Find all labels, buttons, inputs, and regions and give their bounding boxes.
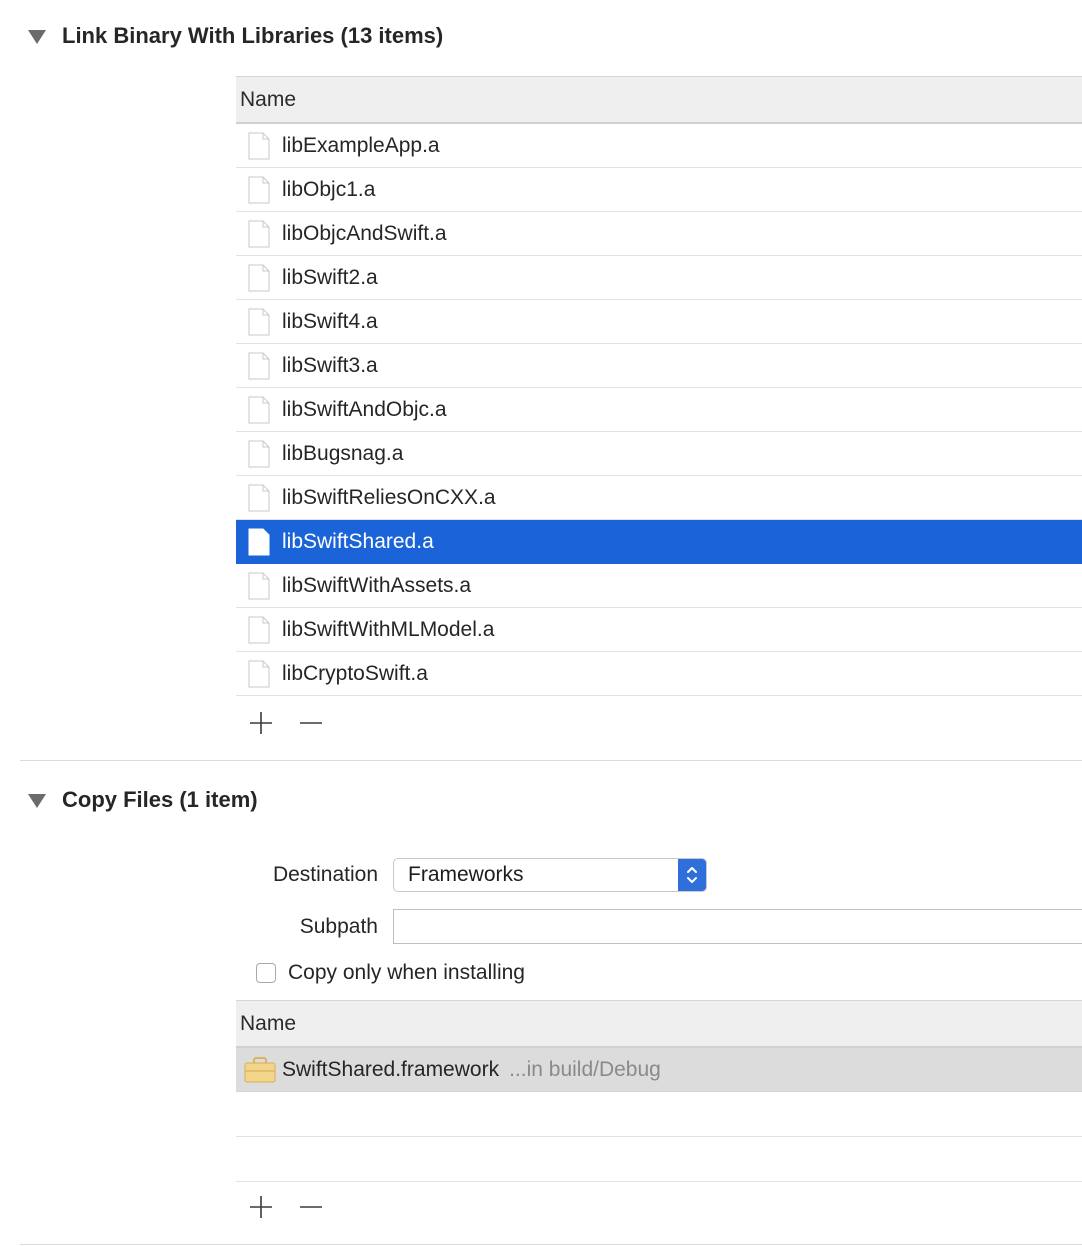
copy-files-add-remove-bar [236,1184,336,1230]
file-icon [248,220,270,248]
destination-select[interactable]: Frameworks [393,858,707,892]
copy-only-installing-row[interactable]: Copy only when installing [256,958,525,988]
remove-library-button[interactable] [286,708,336,738]
table-row[interactable]: libObjc1.a [236,168,1082,212]
disclosure-triangle-icon[interactable] [28,30,46,44]
copy-only-installing-label: Copy only when installing [288,961,525,984]
copy-files-section-title: Copy Files (1 item) [62,787,258,812]
link-binary-rows: libExampleApp.a libObjc1.a libObjcAndSwift… [236,124,1082,696]
file-icon [248,528,270,556]
empty-row [236,1092,1082,1137]
link-binary-table: Name libExampleApp.a libObjc1.a libObjcAnd… [236,76,1082,696]
library-name: libSwiftWithAssets.a [282,573,472,597]
table-row[interactable]: SwiftShared.framework ...in build/Debug [236,1048,1082,1092]
table-row[interactable]: libSwift2.a [236,256,1082,300]
destination-value: Frameworks [408,863,524,886]
empty-row [236,1137,1082,1182]
file-icon [248,352,270,380]
table-row[interactable]: libObjcAndSwift.a [236,212,1082,256]
table-row[interactable]: libSwift3.a [236,344,1082,388]
copy-file-name: SwiftShared.framework [282,1057,500,1081]
disclosure-triangle-icon[interactable] [28,794,46,808]
library-name: libSwift2.a [282,265,378,289]
plus-icon [250,1196,272,1218]
library-name: libSwiftWithMLModel.a [282,617,495,641]
copy-files-name-column-header[interactable]: Name [236,1000,1082,1048]
minus-icon [300,722,322,724]
library-name: libSwiftReliesOnCXX.a [282,485,496,509]
copy-file-location: ...in build/Debug [509,1057,661,1081]
link-binary-section-header[interactable]: Link Binary With Libraries (13 items) [28,18,443,54]
file-icon [248,176,270,204]
table-row[interactable]: libSwiftWithAssets.a [236,564,1082,608]
section-divider [20,1244,1082,1245]
file-icon [248,440,270,468]
library-name: libBugsnag.a [282,441,404,465]
library-name: libSwiftAndObjc.a [282,397,447,421]
table-row[interactable]: libExampleApp.a [236,124,1082,168]
table-row[interactable]: libSwiftReliesOnCXX.a [236,476,1082,520]
library-name: libObjc1.a [282,177,376,201]
subpath-label: Subpath [299,915,378,938]
section-divider [20,760,1082,761]
table-row[interactable]: libCryptoSwift.a [236,652,1082,696]
file-icon [248,132,270,160]
library-name: libCryptoSwift.a [282,661,428,685]
file-icon [248,264,270,292]
table-row[interactable]: libSwiftShared.a [236,520,1082,564]
select-stepper-icon [678,859,706,891]
add-copy-file-button[interactable] [236,1192,286,1222]
file-icon [248,396,270,424]
table-row[interactable]: libBugsnag.a [236,432,1082,476]
subpath-input[interactable] [393,909,1082,944]
link-binary-section-title: Link Binary With Libraries (13 items) [62,23,444,48]
destination-label: Destination [272,863,378,886]
plus-icon [250,712,272,734]
link-binary-add-remove-bar [236,700,336,746]
library-name: libSwift3.a [282,353,378,377]
file-icon [248,616,270,644]
add-library-button[interactable] [236,708,286,738]
table-row[interactable]: libSwift4.a [236,300,1082,344]
table-row[interactable]: libSwiftAndObjc.a [236,388,1082,432]
file-icon [248,660,270,688]
library-name: libObjcAndSwift.a [282,221,447,245]
library-name: libSwiftShared.a [282,529,434,553]
library-name: libExampleApp.a [282,133,440,157]
copy-files-table: Name SwiftShared.framework ...in build/D… [236,1000,1082,1182]
library-name: libSwift4.a [282,309,378,333]
table-row[interactable]: libSwiftWithMLModel.a [236,608,1082,652]
link-binary-name-column-header[interactable]: Name [236,76,1082,124]
minus-icon [300,1206,322,1208]
column-header-label: Name [240,1011,297,1035]
copy-files-section-header[interactable]: Copy Files (1 item) [28,782,258,818]
copy-only-installing-checkbox[interactable] [256,963,276,983]
column-header-label: Name [240,87,297,111]
file-icon [248,308,270,336]
remove-copy-file-button[interactable] [286,1192,336,1222]
file-icon [248,572,270,600]
file-icon [248,484,270,512]
framework-icon [244,1056,276,1084]
